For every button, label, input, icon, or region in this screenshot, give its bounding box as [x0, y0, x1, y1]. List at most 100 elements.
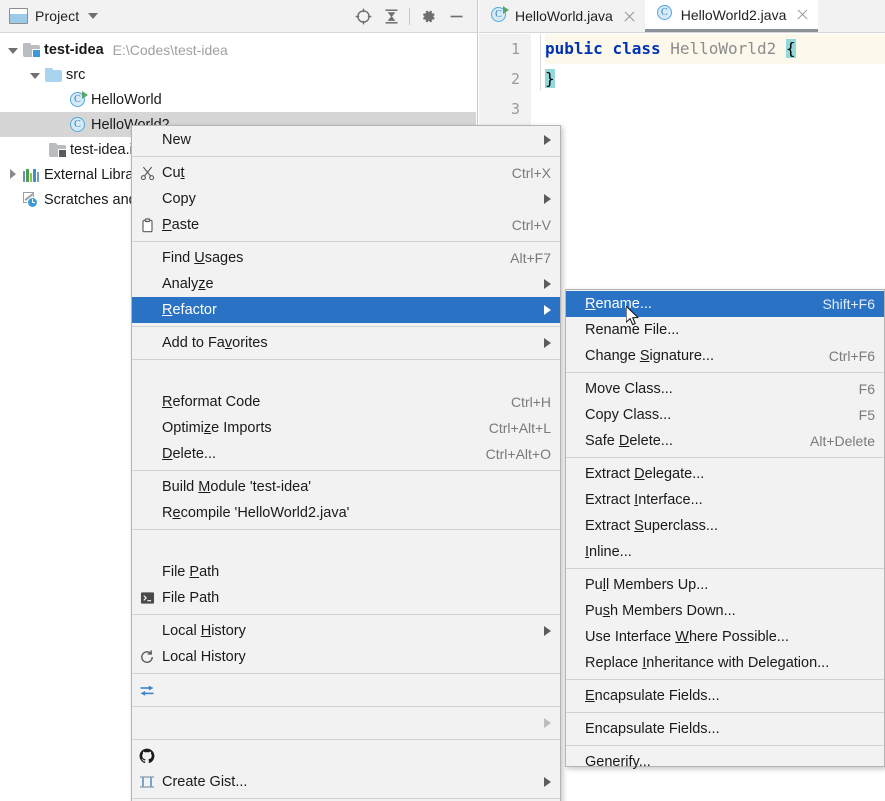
menu-item-pull-members-up[interactable]: Pull Members Up... — [566, 572, 884, 598]
code-line-2: } — [545, 64, 885, 94]
project-file-context-menu[interactable]: New Cut Ctrl+X Copy — [131, 125, 561, 801]
menu-item-use-interface-where-possible[interactable]: Use Interface Where Possible... — [566, 624, 884, 650]
scratches-icon — [21, 192, 41, 208]
gear-icon[interactable] — [414, 3, 442, 29]
menu-item-delete[interactable]: Delete... Ctrl+Alt+O — [132, 441, 560, 467]
submenu-arrow-icon — [544, 626, 551, 636]
menu-item-build-module[interactable]: Build Module 'test-idea' — [132, 474, 560, 500]
menu-item-copy[interactable]: Copy — [132, 186, 560, 212]
menu-item-change-signature[interactable]: Change Signature... Ctrl+F6 — [566, 343, 884, 369]
tree-item-test-idea[interactable]: test-idea E:\Codes\test-idea — [0, 37, 476, 62]
menu-item-label: Push Members Down... — [585, 603, 875, 619]
menu-separator — [132, 673, 560, 674]
tree-item-label: src — [66, 67, 85, 83]
close-icon[interactable] — [796, 8, 809, 21]
menu-item-label: Extract Interface... — [585, 492, 875, 508]
menu-item-shortcut: F5 — [859, 407, 875, 423]
menu-item-refactor[interactable]: Refactor — [132, 297, 560, 323]
editor-tab-label: HelloWorld.java — [515, 8, 613, 24]
menu-item-new[interactable]: New — [132, 127, 560, 153]
menu-item-copy-class[interactable]: Copy Class... F5 — [566, 402, 884, 428]
menu-separator — [566, 372, 884, 373]
menu-separator — [132, 798, 560, 799]
minimize-icon[interactable] — [442, 3, 470, 29]
java-class-runnable-icon: C — [68, 91, 88, 109]
source-folder-icon — [43, 68, 63, 82]
menu-item-rename[interactable]: Rename... Shift+F6 — [566, 291, 884, 317]
menu-item-cut[interactable]: Cut Ctrl+X — [132, 160, 560, 186]
menu-item-reformat-code[interactable]: Reformat Code Ctrl+H — [132, 389, 560, 415]
menu-item-rename-file[interactable]: Rename File... — [566, 317, 884, 343]
collapse-all-icon[interactable] — [377, 3, 405, 29]
menu-item-create-gist[interactable] — [132, 743, 560, 769]
editor-tab-helloworld[interactable]: C HelloWorld.java — [479, 0, 645, 32]
close-icon[interactable] — [623, 10, 636, 23]
menu-item-safe-delete[interactable]: Safe Delete... Alt+Delete — [566, 428, 884, 454]
submenu-arrow-icon — [544, 718, 551, 728]
menu-item-label: Recompile 'HelloWorld2.java' — [162, 505, 533, 521]
locate-icon[interactable] — [349, 3, 377, 29]
project-window-icon — [9, 8, 28, 24]
twisty-expanded-icon[interactable] — [4, 42, 21, 58]
menu-item-local-history[interactable]: Local History — [132, 618, 560, 644]
chevron-down-icon[interactable] — [88, 13, 98, 19]
menu-item-push-members-down[interactable]: Push Members Down... — [566, 598, 884, 624]
menu-separator — [132, 614, 560, 615]
tree-item-label: test-idea — [44, 42, 104, 58]
menu-item-label: Encapsulate Fields... — [585, 721, 875, 737]
menu-item-extract-interface[interactable]: Extract Interface... — [566, 487, 884, 513]
ide-window: Project — [0, 0, 885, 801]
menu-item-extract-superclass[interactable]: Extract Superclass... — [566, 513, 884, 539]
gutter-divider — [540, 34, 541, 90]
project-panel-title: Project — [35, 8, 79, 24]
menu-item-diagrams[interactable]: Create Gist... — [132, 769, 560, 795]
menu-item-generify[interactable]: Encapsulate Fields... — [566, 716, 884, 742]
submenu-arrow-icon — [544, 305, 551, 315]
menu-item-label: Replace Inheritance with Delegation... — [585, 655, 875, 671]
keyword-public: public — [545, 39, 603, 58]
twisty-expanded-icon[interactable] — [26, 67, 43, 83]
menu-item-compare-with[interactable] — [132, 677, 560, 703]
menu-item-extract-delegate[interactable]: Extract Delegate... — [566, 461, 884, 487]
menu-item-label: Safe Delete... — [585, 433, 792, 449]
twisty-collapsed-icon[interactable] — [4, 167, 21, 183]
menu-item-replace-inheritance-with-delegation[interactable]: Replace Inheritance with Delegation... — [566, 650, 884, 676]
menu-separator — [566, 712, 884, 713]
tree-item-helloworld[interactable]: C HelloWorld — [0, 87, 476, 112]
menu-separator — [566, 457, 884, 458]
menu-item-open-in-terminal[interactable]: File Path — [132, 585, 560, 611]
menu-item-file-path[interactable]: File Path — [132, 559, 560, 585]
menu-item-label: Find Usages — [162, 250, 492, 266]
menu-item-label: Reformat Code — [162, 394, 493, 410]
menu-item-recompile[interactable]: Recompile 'HelloWorld2.java' — [132, 500, 560, 526]
menu-item-shortcut: F6 — [859, 381, 875, 397]
menu-item-optimize-imports[interactable]: Optimize Imports Ctrl+Alt+L — [132, 415, 560, 441]
menu-item-analyze[interactable]: Analyze — [132, 271, 560, 297]
menu-item-show-in-explorer[interactable] — [132, 533, 560, 559]
menu-item-reload-from-disk[interactable]: Local History — [132, 644, 560, 670]
menu-item-add-to-favorites[interactable]: Add to Favorites — [132, 330, 560, 356]
menu-item-encapsulate-fields[interactable]: Encapsulate Fields... — [566, 683, 884, 709]
menu-item-add-rtl-support[interactable]: Generify... — [566, 749, 884, 775]
diagrams-icon — [132, 775, 162, 789]
menu-item-find-usages[interactable]: Find Usages Alt+F7 — [132, 245, 560, 271]
menu-separator — [566, 679, 884, 680]
tree-item-src[interactable]: src — [0, 62, 476, 87]
menu-item-move-class[interactable]: Move Class... F6 — [566, 376, 884, 402]
editor-tab-helloworld2[interactable]: C HelloWorld2.java — [645, 0, 819, 32]
menu-item-inline[interactable]: Inline... — [566, 539, 884, 565]
terminal-icon — [132, 591, 162, 605]
menu-item-shortcut: Ctrl+H — [511, 394, 551, 410]
menu-item-label: New — [162, 132, 530, 148]
menu-item-paste[interactable]: Paste Ctrl+V — [132, 212, 560, 238]
clipboard-icon — [132, 218, 162, 233]
menu-item-label: Copy Class... — [585, 407, 841, 423]
toolbar-divider — [409, 8, 410, 25]
menu-item-label: Local History — [162, 649, 551, 665]
submenu-arrow-icon — [544, 135, 551, 145]
keyword-class: class — [612, 39, 660, 58]
refactor-submenu[interactable]: Rename... Shift+F6 Rename File... Change… — [565, 289, 885, 767]
menu-item-shortcut: Ctrl+F6 — [829, 348, 875, 364]
menu-item-shortcut: Alt+Delete — [810, 433, 875, 449]
menu-item-browse-type-hierarchy[interactable] — [132, 363, 560, 389]
